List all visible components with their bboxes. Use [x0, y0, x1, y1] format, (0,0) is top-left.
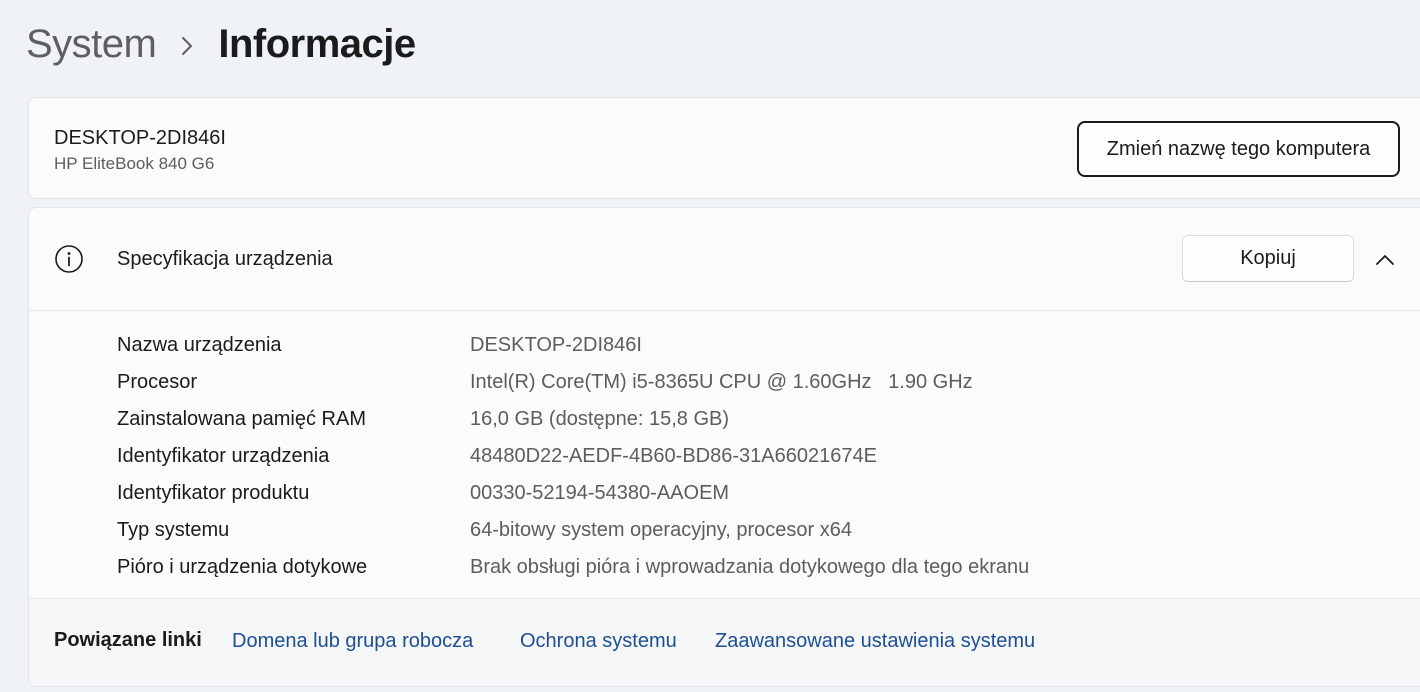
spec-value: 16,0 GB (dostępne: 15,8 GB) — [470, 408, 730, 430]
spec-value: Intel(R) Core(TM) i5-8365U CPU @ 1.60GHz… — [470, 371, 973, 393]
rename-computer-button[interactable]: Zmień nazwę tego komputera — [1077, 121, 1400, 177]
link-system-protection[interactable]: Ochrona systemu — [520, 630, 677, 653]
link-advanced-system-settings[interactable]: Zaawansowane ustawienia systemu — [715, 630, 1035, 653]
device-card: DESKTOP-2DI846I HP EliteBook 840 G6 Zmie… — [28, 97, 1420, 199]
spec-row-device-id: Identyfikator urządzenia 48480D22-AEDF-4… — [29, 437, 1420, 474]
chevron-right-icon — [156, 22, 218, 67]
spec-label: Identyfikator produktu — [117, 482, 310, 504]
spec-row-system-type: Typ systemu 64-bitowy system operacyjny,… — [29, 511, 1420, 548]
spec-label: Zainstalowana pamięć RAM — [117, 408, 366, 430]
related-links-label: Powiązane linki — [54, 629, 202, 651]
spec-row-pen-touch: Pióro i urządzenia dotykowe Brak obsługi… — [29, 548, 1420, 585]
spec-row-processor: Procesor Intel(R) Core(TM) i5-8365U CPU … — [29, 363, 1420, 400]
spec-row-product-id: Identyfikator produktu 00330-52194-54380… — [29, 474, 1420, 511]
device-model: HP EliteBook 840 G6 — [54, 154, 215, 173]
copy-button[interactable]: Kopiuj — [1182, 235, 1354, 282]
related-links: Powiązane linki Domena lub grupa robocza… — [29, 598, 1420, 686]
breadcrumb-parent-system[interactable]: System — [26, 22, 157, 67]
breadcrumb: System Informacje — [26, 18, 416, 70]
chevron-up-icon[interactable] — [1371, 246, 1399, 274]
info-icon — [54, 244, 84, 274]
device-name: DESKTOP-2DI846I — [54, 127, 226, 149]
spec-list: Nazwa urządzenia DESKTOP-2DI846I Proceso… — [29, 311, 1420, 598]
device-specifications-card: Specyfikacja urządzenia Kopiuj Nazwa urz… — [28, 207, 1420, 687]
spec-label: Pióro i urządzenia dotykowe — [117, 556, 368, 578]
link-domain-workgroup[interactable]: Domena lub grupa robocza — [232, 630, 473, 653]
spec-value: Brak obsługi pióra i wprowadzania dotyko… — [470, 556, 1030, 578]
spec-row-ram: Zainstalowana pamięć RAM 16,0 GB (dostęp… — [29, 400, 1420, 437]
spec-header[interactable]: Specyfikacja urządzenia Kopiuj — [29, 208, 1420, 311]
spec-label: Nazwa urządzenia — [117, 334, 282, 356]
spec-label: Identyfikator urządzenia — [117, 445, 330, 467]
spec-value: 48480D22-AEDF-4B60-BD86-31A66021674E — [470, 445, 877, 467]
spec-value: 64-bitowy system operacyjny, procesor x6… — [470, 519, 853, 541]
spec-row-device-name: Nazwa urządzenia DESKTOP-2DI846I — [29, 326, 1420, 363]
spec-value: DESKTOP-2DI846I — [470, 334, 642, 356]
page-title: Informacje — [218, 21, 416, 66]
spec-value: 00330-52194-54380-AAOEM — [470, 482, 730, 504]
spec-title: Specyfikacja urządzenia — [117, 248, 333, 270]
spec-label: Typ systemu — [117, 519, 230, 541]
spec-label: Procesor — [117, 371, 198, 393]
